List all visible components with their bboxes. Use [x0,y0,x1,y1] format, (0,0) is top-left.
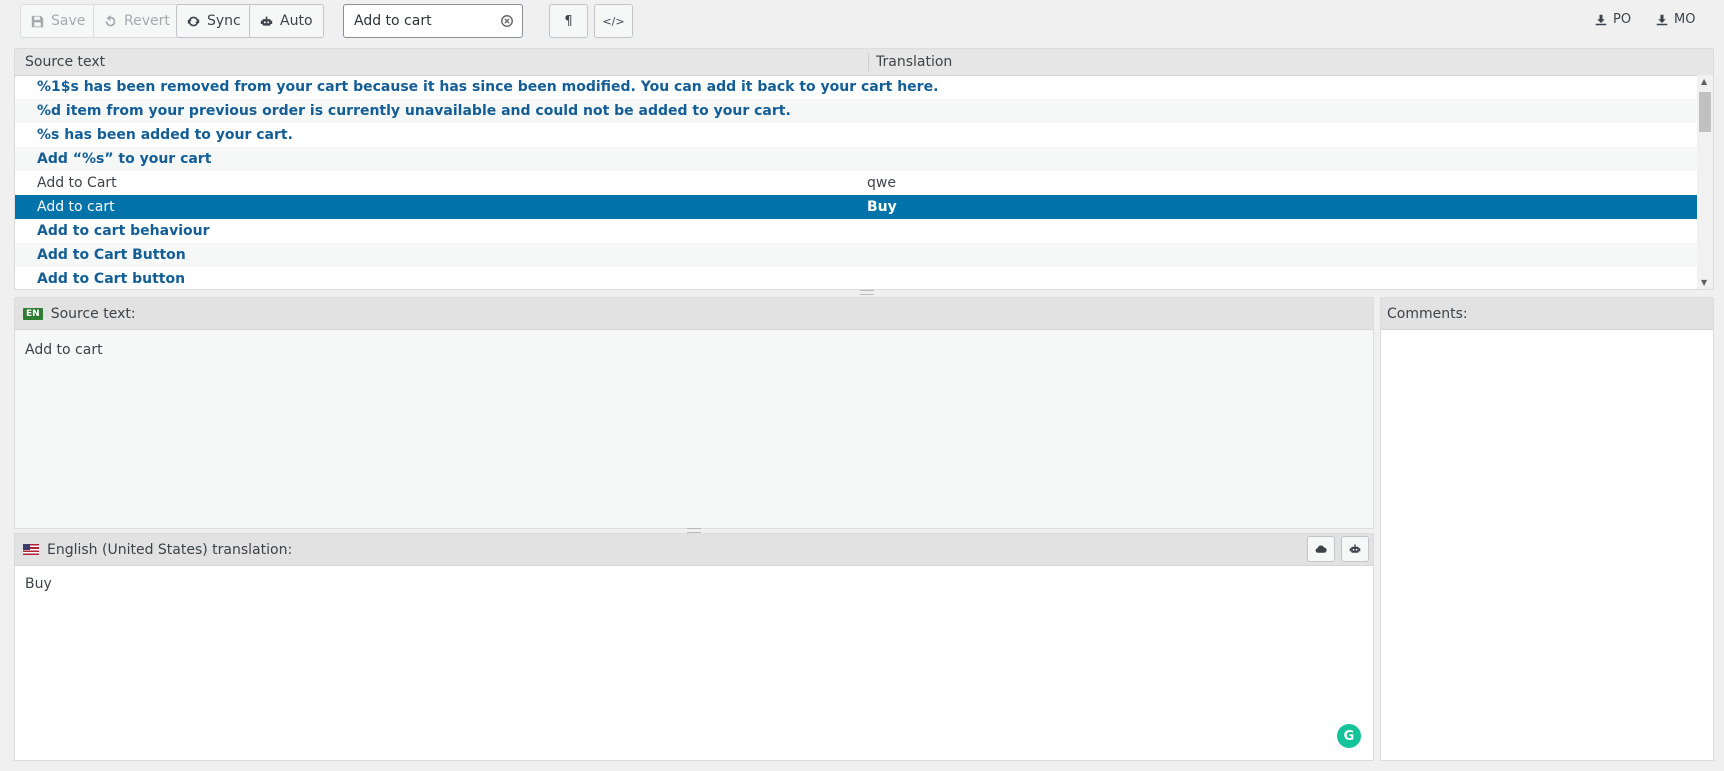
sync-button[interactable]: Sync [176,4,252,38]
auto-translate-button[interactable] [1341,536,1369,562]
translation-panel: English (United States) translation: Buy… [14,533,1374,761]
clear-search-icon[interactable] [500,14,514,28]
table-row-selected[interactable]: Add to cart Buy [15,195,1699,219]
search-box [343,4,523,38]
comments-panel-label: Comments: [1387,305,1468,322]
column-header-translation[interactable]: Translation [876,54,952,70]
table-row[interactable]: Add “%s” to your cart [15,147,1699,171]
code-icon: </> [602,14,625,28]
source-panel: EN Source text: Add to cart [14,297,1374,529]
save-label: Save [51,13,86,29]
grid-scrollbar[interactable]: ▲ ▼ [1697,75,1713,289]
download-mo-button[interactable]: MO [1656,12,1695,27]
table-row[interactable]: Add to Cart Button [15,243,1699,267]
row-source-text: %1$s has been removed from your cart bec… [37,79,939,95]
robot-icon [260,16,273,26]
language-badge: EN [23,307,43,320]
translation-panel-label: English (United States) translation: [47,541,293,558]
grid-resize-handle[interactable] [860,290,874,295]
row-source-text: Add to cart behaviour [37,223,210,239]
row-source-text: Add to Cart [37,175,117,191]
us-flag-icon [23,544,39,555]
table-row[interactable]: Add to Cart qwe [15,171,1699,195]
translation-textarea[interactable]: Buy [15,566,1373,758]
table-row[interactable]: Add to Cart button [15,267,1699,289]
row-source-text: %d item from your previous order is curr… [37,103,791,119]
revert-label: Revert [124,13,170,29]
search-input[interactable] [354,13,494,29]
cloud-suggest-button[interactable] [1307,536,1335,562]
revert-icon [105,14,116,26]
sync-label: Sync [207,13,241,29]
cloud-icon [1315,545,1327,553]
scroll-down-icon[interactable]: ▼ [1701,278,1707,287]
source-panel-header: EN Source text: [15,298,1373,330]
auto-label: Auto [280,13,313,29]
grid-rows: %1$s has been removed from your cart bec… [15,75,1699,289]
floppy-disk-icon [31,15,44,27]
table-row[interactable]: Add to cart behaviour [15,219,1699,243]
table-row[interactable]: %1$s has been removed from your cart bec… [15,75,1699,99]
comments-panel-header: Comments: [1381,298,1713,330]
download-po-button[interactable]: PO [1595,12,1631,27]
toggle-code-view-button[interactable]: </> [594,4,633,38]
save-button[interactable]: Save [20,4,97,38]
column-resize-handle[interactable] [868,53,869,71]
auto-button[interactable]: Auto [249,4,324,38]
table-row[interactable]: %d item from your previous order is curr… [15,99,1699,123]
row-source-text: Add to Cart button [37,271,186,287]
download-icon [1656,14,1668,25]
row-source-text: Add to Cart Button [37,247,186,263]
row-translation-text: Buy [867,199,897,215]
table-row[interactable]: %s has been added to your cart. [15,123,1699,147]
revert-button[interactable]: Revert [93,4,181,38]
toggle-invisibles-button[interactable]: ¶ [549,4,588,38]
column-header-source[interactable]: Source text [25,54,105,70]
robot-icon [1349,544,1361,553]
scroll-up-icon[interactable]: ▲ [1701,77,1707,86]
download-po-label: PO [1613,12,1632,27]
grammarly-icon[interactable]: G [1337,724,1361,748]
translation-panel-header: English (United States) translation: [15,534,1373,566]
source-text-display: Add to cart [25,342,103,358]
pilcrow-icon: ¶ [564,13,573,29]
sync-icon [187,16,200,26]
source-panel-label: Source text: [50,305,136,322]
row-source-text: Add to cart [37,199,115,215]
grid-header: Source text Translation [15,49,1713,76]
strings-grid: Source text Translation %1$s has been re… [14,48,1714,290]
row-source-text: Add “%s” to your cart [37,151,212,167]
toolbar: Save Revert Sync Auto ¶ </> PO MO [20,4,1724,40]
comments-panel: Comments: [1380,297,1714,761]
row-source-text: %s has been added to your cart. [37,127,293,143]
row-translation-text: qwe [867,175,896,191]
download-mo-label: MO [1674,12,1696,27]
download-icon [1595,14,1607,25]
scrollbar-thumb[interactable] [1699,92,1711,132]
